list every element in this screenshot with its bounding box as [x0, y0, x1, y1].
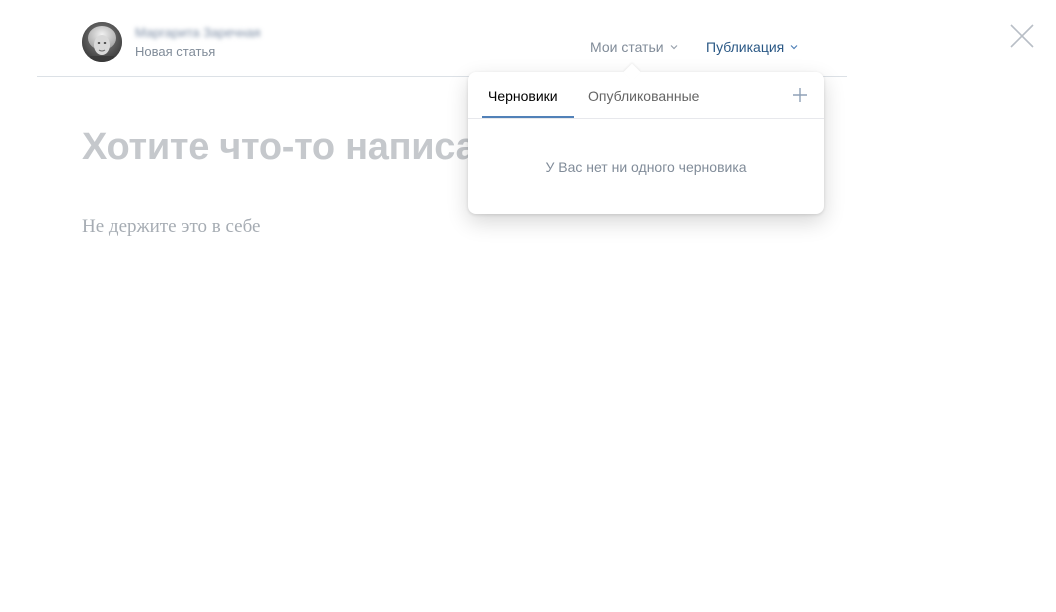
- my-articles-label: Мои статьи: [590, 39, 664, 55]
- editor-header: Маргарита Заречная Новая статья Мои стат…: [37, 0, 847, 77]
- my-articles-dropdown: Черновики Опубликованные У Вас нет ни од…: [468, 63, 824, 214]
- plus-icon: [793, 88, 807, 102]
- empty-drafts-message: У Вас нет ни одного черновика: [545, 159, 747, 175]
- article-body-input[interactable]: Не держите это в себе: [82, 216, 260, 238]
- chevron-down-icon: [670, 45, 678, 50]
- add-article-button[interactable]: [792, 87, 808, 103]
- avatar-photo: [82, 22, 122, 62]
- tab-drafts[interactable]: Черновики: [488, 88, 558, 104]
- page-subtitle: Новая статья: [135, 44, 216, 59]
- article-editor-page: Маргарита Заречная Новая статья Мои стат…: [0, 0, 1056, 612]
- author-avatar[interactable]: [82, 22, 122, 62]
- dropdown-tabs: Черновики Опубликованные: [468, 72, 824, 119]
- tab-published[interactable]: Опубликованные: [588, 88, 699, 104]
- article-title-input[interactable]: Хотите что-то написа: [82, 126, 477, 169]
- publish-menu[interactable]: Публикация: [706, 39, 798, 55]
- chevron-down-icon: [790, 45, 798, 50]
- my-articles-menu[interactable]: Мои статьи: [590, 39, 678, 55]
- publish-label: Публикация: [706, 39, 785, 55]
- author-name[interactable]: Маргарита Заречная: [135, 25, 261, 40]
- close-icon: [1010, 24, 1034, 48]
- active-tab-indicator: [482, 116, 574, 118]
- close-button[interactable]: [1008, 22, 1036, 50]
